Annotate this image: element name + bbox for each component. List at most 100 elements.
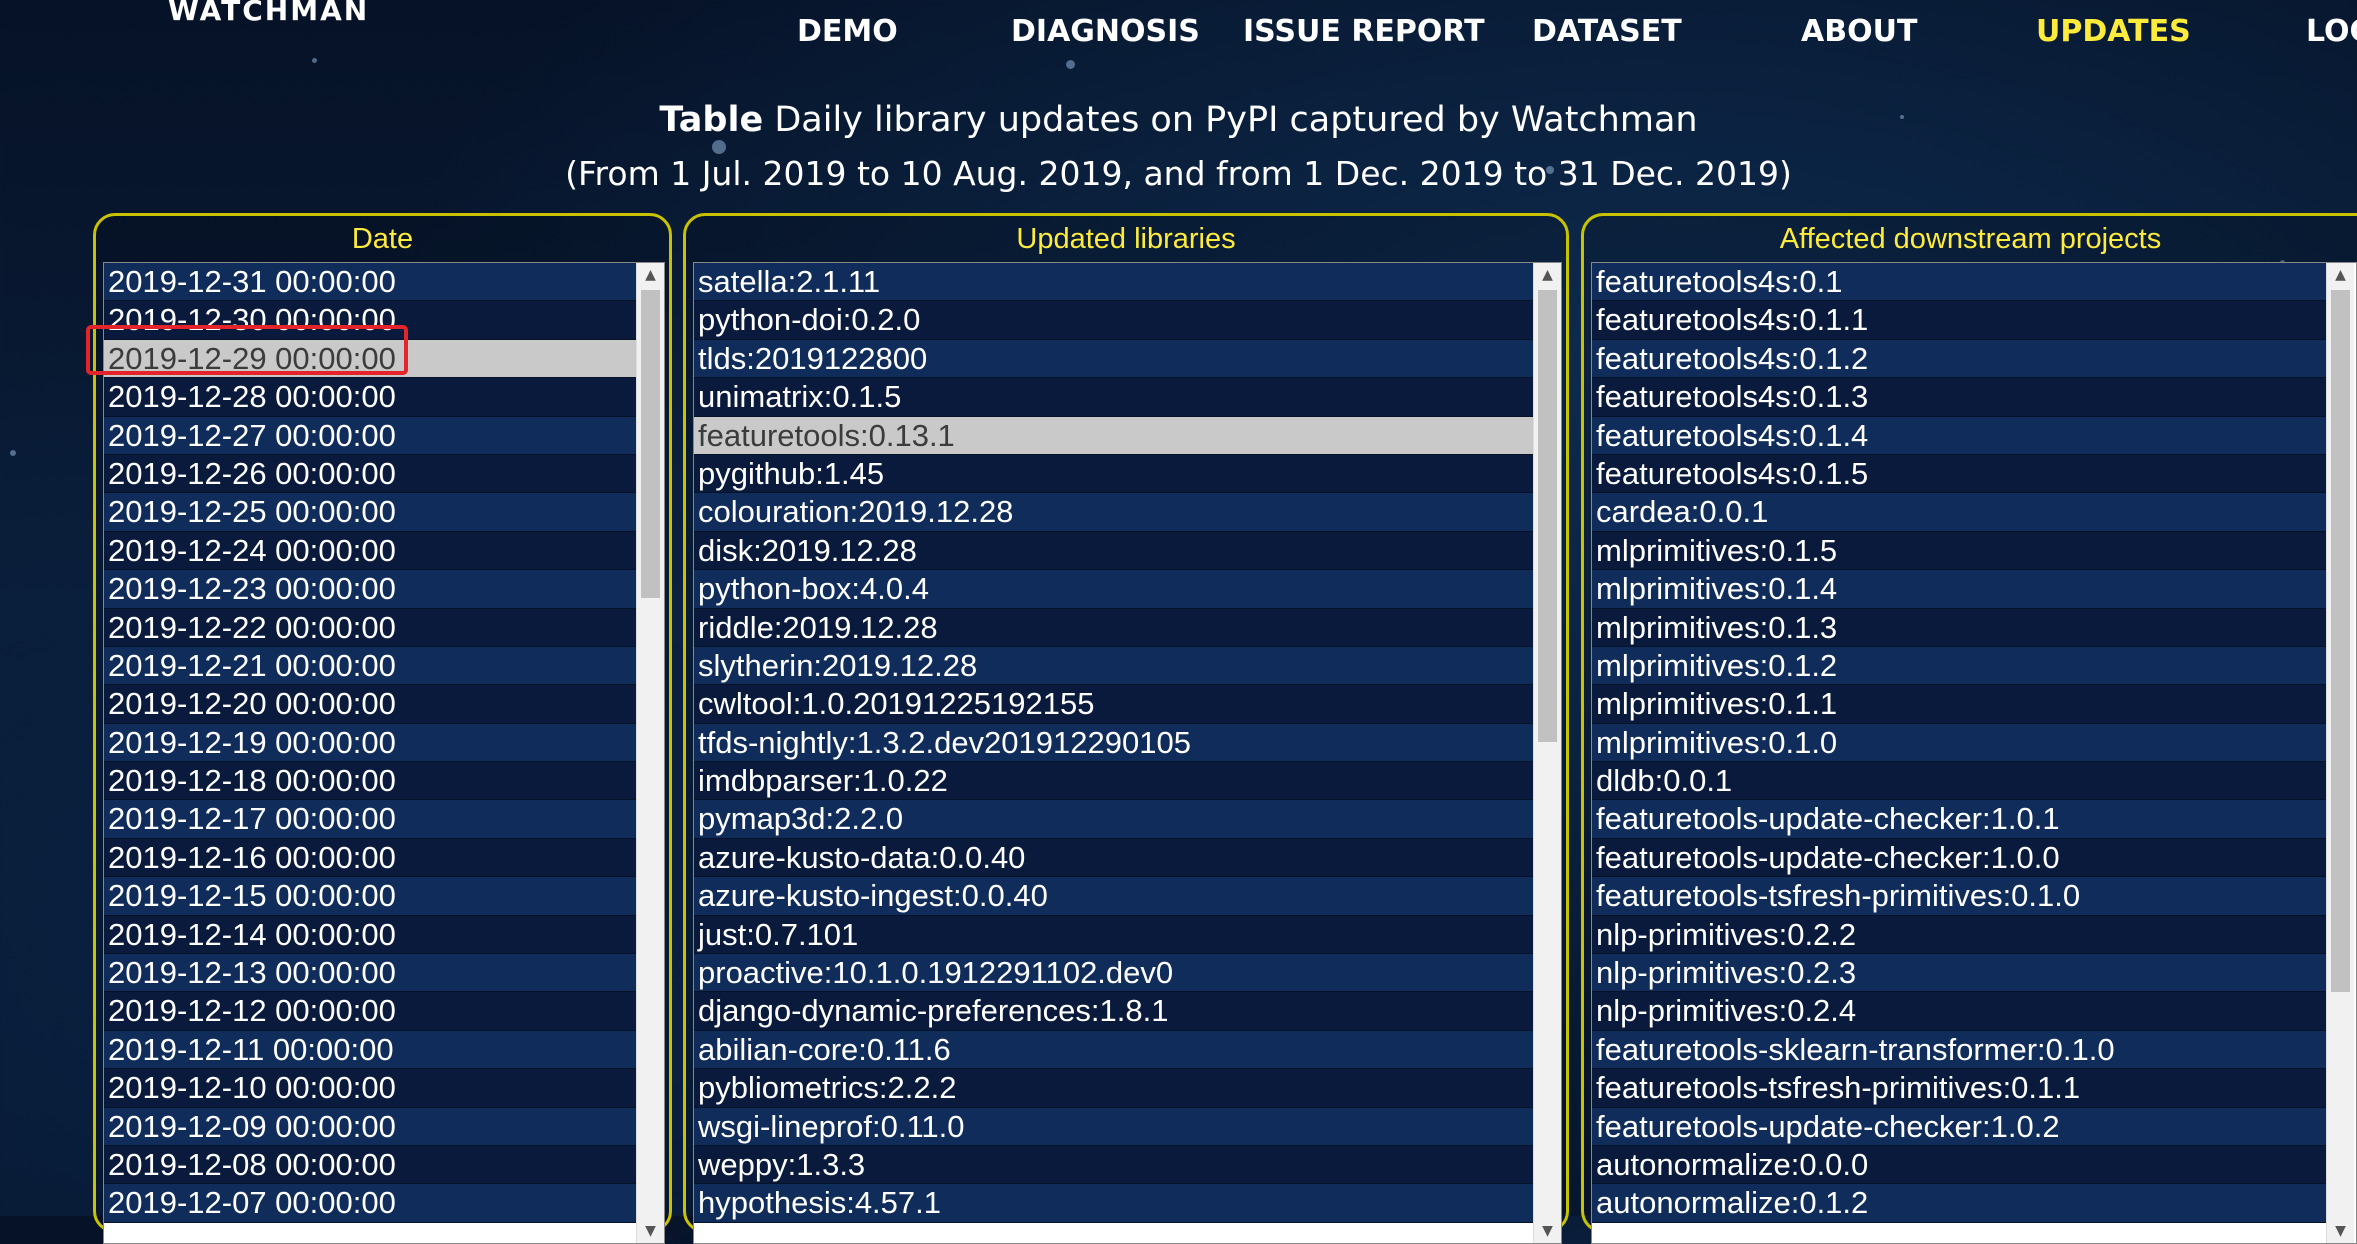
scrollbar-thumb[interactable] [2331,290,2350,992]
date-list-item[interactable]: 2019-12-09 00:00:00 [104,1107,637,1146]
nav-diagnosis[interactable]: DIAGNOSIS [1011,14,1200,49]
date-list-item[interactable]: 2019-12-31 00:00:00 [104,263,637,302]
downstream-list-item[interactable]: featuretools4s:0.1 [1592,263,2327,302]
downstream-list-item[interactable]: autonormalize:0.1.2 [1592,1184,2327,1223]
downstream-list-item[interactable]: mlprimitives:0.1.3 [1592,608,2327,647]
downstream-list-item[interactable]: nlp-primitives:0.2.4 [1592,992,2327,1031]
library-list-item[interactable]: featuretools:0.13.1 [694,416,1534,455]
scroll-down-icon[interactable]: ▼ [2327,1219,2354,1243]
date-list-item[interactable]: 2019-12-08 00:00:00 [104,1145,637,1185]
caption-date-range: (From 1 Jul. 2019 to 10 Aug. 2019, and f… [565,154,1792,193]
date-list-item[interactable]: 2019-12-28 00:00:00 [104,378,637,417]
nav-issue-report[interactable]: ISSUE REPORT [1243,14,1485,49]
date-list-item[interactable]: 2019-12-15 00:00:00 [104,877,637,916]
downstream-list-item[interactable]: featuretools4s:0.1.1 [1592,301,2327,340]
date-list-item[interactable]: 2019-12-27 00:00:00 [104,416,637,455]
nav-log[interactable]: LOG [2306,14,2357,49]
date-list-item[interactable]: 2019-12-11 00:00:00 [104,1030,637,1070]
library-list-item[interactable]: colouration:2019.12.28 [694,493,1534,532]
date-list-item[interactable]: 2019-12-19 00:00:00 [104,723,637,763]
date-list-item[interactable]: 2019-12-17 00:00:00 [104,800,637,839]
library-list-item[interactable]: slytherin:2019.12.28 [694,646,1534,686]
downstream-listbox[interactable]: featuretools4s:0.1 featuretools4s:0.1.1 fe… [1591,262,2357,1244]
library-list-item[interactable]: disk:2019.12.28 [694,531,1534,571]
nav-updates[interactable]: UPDATES [2036,14,2191,49]
scrollbar-thumb[interactable] [1538,290,1557,742]
libraries-scrollbar[interactable]: ▲ ▼ [1533,263,1561,1243]
downstream-list-item[interactable]: featuretools4s:0.1.3 [1592,378,2327,417]
scrollbar-thumb[interactable] [641,290,660,598]
downstream-list-item[interactable]: nlp-primitives:0.2.3 [1592,954,2327,993]
downstream-list-item[interactable]: nlp-primitives:0.2.2 [1592,915,2327,955]
date-listbox[interactable]: 2019-12-31 00:00:00 2019-12-30 00:00:00 20… [103,262,665,1244]
library-list-item[interactable]: abilian-core:0.11.6 [694,1030,1534,1070]
date-list-item[interactable]: 2019-12-10 00:00:00 [104,1069,637,1108]
library-list-item[interactable]: pygithub:1.45 [694,454,1534,494]
downstream-list-item[interactable]: featuretools-update-checker:1.0.1 [1592,800,2327,839]
date-list-item[interactable]: 2019-12-25 00:00:00 [104,493,637,532]
downstream-list-item[interactable]: mlprimitives:0.1.5 [1592,531,2327,571]
date-list-item[interactable]: 2019-12-24 00:00:00 [104,531,637,571]
date-list-item[interactable]: 2019-12-14 00:00:00 [104,915,637,955]
date-list-item[interactable]: 2019-12-18 00:00:00 [104,762,637,801]
date-list-item[interactable]: 2019-12-20 00:00:00 [104,685,637,724]
scroll-up-icon[interactable]: ▲ [1534,263,1561,287]
library-list-item[interactable]: imdbparser:1.0.22 [694,762,1534,801]
library-list-item[interactable]: pymap3d:2.2.0 [694,800,1534,839]
logo[interactable]: WATCHMAN [168,0,369,27]
library-list-item[interactable]: pybliometrics:2.2.2 [694,1069,1534,1108]
selection-highlight-box [86,325,408,375]
scroll-up-icon[interactable]: ▲ [2327,263,2354,287]
downstream-list-item[interactable]: featuretools4s:0.1.5 [1592,454,2327,494]
nav-demo[interactable]: DEMO [797,14,898,49]
library-list-item[interactable]: weppy:1.3.3 [694,1145,1534,1185]
date-list-item[interactable]: 2019-12-07 00:00:00 [104,1184,637,1223]
library-list-item[interactable]: python-doi:0.2.0 [694,301,1534,340]
date-list-item[interactable]: 2019-12-21 00:00:00 [104,646,637,686]
downstream-list-item[interactable]: featuretools-update-checker:1.0.0 [1592,838,2327,878]
downstream-list-item[interactable]: mlprimitives:0.1.1 [1592,685,2327,724]
library-list-item[interactable]: wsgi-lineprof:0.11.0 [694,1107,1534,1146]
library-list-item[interactable]: azure-kusto-ingest:0.0.40 [694,877,1534,916]
library-list-item[interactable]: proactive:10.1.0.1912291102.dev0 [694,954,1534,993]
nav-dataset[interactable]: DATASET [1532,14,1682,49]
scroll-down-icon[interactable]: ▼ [637,1219,664,1243]
library-list-item[interactable]: hypothesis:4.57.1 [694,1184,1534,1223]
scroll-up-icon[interactable]: ▲ [637,263,664,287]
downstream-list-item[interactable]: mlprimitives:0.1.2 [1592,646,2327,686]
downstream-list-item[interactable]: featuretools4s:0.1.2 [1592,339,2327,379]
date-list-item[interactable]: 2019-12-12 00:00:00 [104,992,637,1031]
downstream-list-item[interactable]: dldb:0.0.1 [1592,762,2327,801]
downstream-list-item[interactable]: cardea:0.0.1 [1592,493,2327,532]
date-list-item[interactable]: 2019-12-23 00:00:00 [104,570,637,609]
downstream-list-item[interactable]: featuretools4s:0.1.4 [1592,416,2327,455]
downstream-list-item[interactable]: mlprimitives:0.1.0 [1592,723,2327,763]
date-list-item[interactable]: 2019-12-22 00:00:00 [104,608,637,647]
library-list-item[interactable]: unimatrix:0.1.5 [694,378,1534,417]
nav-about[interactable]: ABOUT [1801,14,1917,49]
date-list-item[interactable]: 2019-12-26 00:00:00 [104,454,637,494]
date-list-item[interactable]: 2019-12-16 00:00:00 [104,838,637,878]
library-list-item[interactable]: tfds-nightly:1.3.2.dev201912290105 [694,723,1534,763]
library-list-item[interactable]: cwltool:1.0.20191225192155 [694,685,1534,724]
date-list-item[interactable]: 2019-12-13 00:00:00 [104,954,637,993]
downstream-list-item[interactable]: autonormalize:0.0.0 [1592,1145,2327,1185]
downstream-list-item[interactable]: featuretools-tsfresh-primitives:0.1.0 [1592,877,2327,916]
downstream-scrollbar[interactable]: ▲ ▼ [2326,263,2354,1243]
date-scrollbar[interactable]: ▲ ▼ [636,263,664,1243]
downstream-list-item[interactable]: mlprimitives:0.1.4 [1592,570,2327,609]
library-list-item[interactable]: riddle:2019.12.28 [694,608,1534,647]
date-list: 2019-12-31 00:00:00 2019-12-30 00:00:00 20… [104,263,637,1223]
downstream-list-item[interactable]: featuretools-update-checker:1.0.2 [1592,1107,2327,1146]
library-list-item[interactable]: python-box:4.0.4 [694,570,1534,609]
library-list-item[interactable]: azure-kusto-data:0.0.40 [694,838,1534,878]
library-list-item[interactable]: django-dynamic-preferences:1.8.1 [694,992,1534,1031]
downstream-list-item[interactable]: featuretools-tsfresh-primitives:0.1.1 [1592,1069,2327,1108]
library-list-item[interactable]: just:0.7.101 [694,915,1534,955]
libraries-listbox[interactable]: satella:2.1.11 python-doi:0.2.0 tlds:20191… [693,262,1562,1244]
top-navigation: WATCHMAN DEMO DIAGNOSIS ISSUE REPORT DAT… [0,0,2357,68]
library-list-item[interactable]: satella:2.1.11 [694,263,1534,302]
downstream-list-item[interactable]: featuretools-sklearn-transformer:0.1.0 [1592,1030,2327,1070]
scroll-down-icon[interactable]: ▼ [1534,1219,1561,1243]
library-list-item[interactable]: tlds:2019122800 [694,339,1534,379]
